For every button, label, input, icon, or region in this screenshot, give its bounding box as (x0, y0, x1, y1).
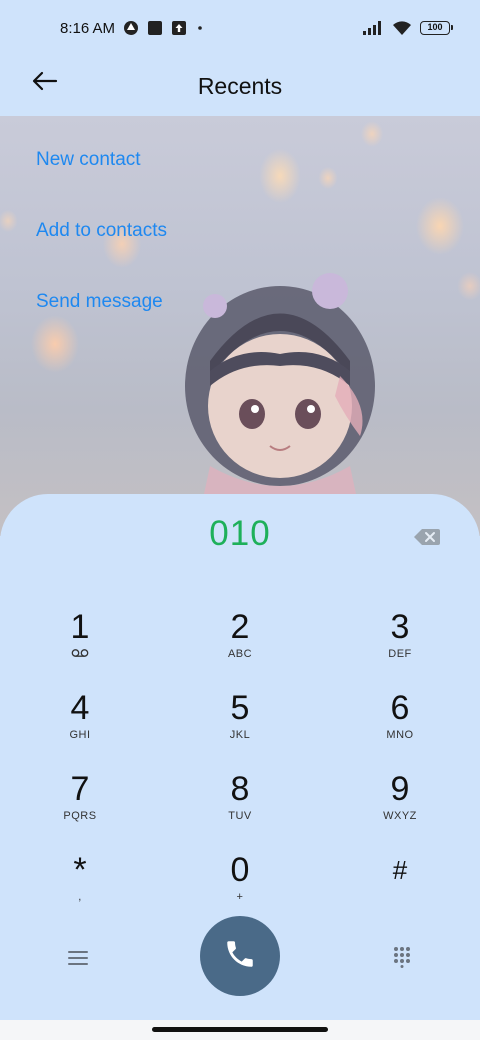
key-0[interactable]: 0 + (180, 851, 300, 923)
key-digit: 0 (230, 851, 250, 889)
status-bar: 8:16 AM 100 (0, 0, 480, 56)
upload-icon (171, 20, 187, 36)
arrow-left-icon (32, 71, 58, 96)
square-app-icon (147, 20, 163, 36)
key-digit: 3 (390, 608, 410, 646)
page-title: Recents (197, 72, 283, 99)
key-digit: 4 (70, 689, 90, 727)
menu-button[interactable] (66, 948, 90, 968)
add-to-contacts-link[interactable]: Add to contacts (36, 217, 167, 288)
dialpad-icon (392, 947, 412, 972)
back-button[interactable] (30, 68, 60, 98)
voicemail-icon (20, 648, 140, 661)
key-letters: GHI (69, 729, 91, 741)
key-letters: WXYZ (383, 810, 417, 822)
key-digit: # (392, 855, 408, 885)
status-time: 8:16 AM (60, 19, 116, 37)
key-4[interactable]: 4 GHI (20, 689, 140, 761)
key-hash[interactable]: # (340, 851, 460, 923)
key-digit: 5 (230, 689, 250, 727)
menu-icon (66, 951, 90, 972)
new-contact-link[interactable]: New contact (36, 146, 167, 217)
key-letters: JKL (229, 729, 251, 741)
key-letters: TUV (228, 810, 252, 822)
backspace-button[interactable] (413, 527, 441, 547)
dialpad-panel: 010 1 2 ABC 3 DEF 4 GHI 5 JKL 6 MNO 7 PQ… (0, 494, 480, 1020)
action-list: New contact Add to contacts Send message (36, 146, 167, 359)
key-9[interactable]: 9 WXYZ (340, 770, 460, 842)
send-message-link[interactable]: Send message (36, 288, 167, 359)
home-indicator[interactable] (152, 1027, 328, 1032)
key-star[interactable]: * , (20, 851, 140, 923)
call-button[interactable] (200, 916, 280, 996)
key-6[interactable]: 6 MNO (340, 689, 460, 761)
key-digit: 7 (70, 770, 90, 808)
header: Recents (0, 56, 480, 116)
key-digit: 1 (70, 608, 90, 646)
key-5[interactable]: 5 JKL (180, 689, 300, 761)
battery-icon: 100 (420, 21, 453, 35)
key-letters: MNO (386, 729, 414, 741)
phone-icon (223, 937, 257, 976)
signal-icon (362, 20, 384, 36)
backspace-icon (413, 529, 441, 551)
key-1[interactable]: 1 (20, 608, 140, 680)
key-letters: ABC (227, 648, 253, 660)
dialpad-toggle-button[interactable] (392, 946, 412, 968)
drive-icon (123, 20, 139, 36)
key-7[interactable]: 7 PQRS (20, 770, 140, 842)
key-digit: 9 (390, 770, 410, 808)
key-letters: PQRS (63, 810, 97, 822)
key-letters: DEF (388, 648, 412, 660)
key-letters: , (78, 891, 82, 903)
key-digit: 8 (230, 770, 250, 808)
key-digit: 6 (390, 689, 410, 727)
dialed-number: 010 (209, 514, 271, 553)
wifi-icon (392, 20, 412, 36)
key-digit: * (73, 851, 87, 889)
system-nav-bar (0, 1020, 480, 1040)
key-letters: + (236, 891, 244, 903)
key-2[interactable]: 2 ABC (180, 608, 300, 680)
key-3[interactable]: 3 DEF (340, 608, 460, 680)
dot-icon (195, 23, 205, 33)
battery-level: 100 (427, 22, 443, 32)
key-digit: 2 (230, 608, 250, 646)
key-8[interactable]: 8 TUV (180, 770, 300, 842)
